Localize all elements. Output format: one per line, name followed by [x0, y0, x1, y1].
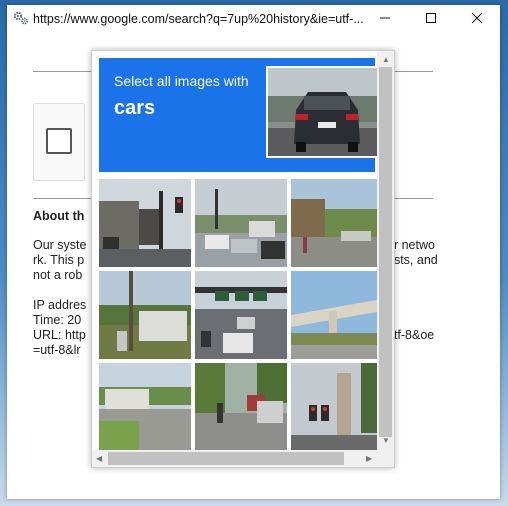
scrollbar-corner — [377, 450, 394, 467]
recaptcha-widget — [33, 103, 85, 181]
time-line: Time: 20 — [33, 313, 82, 327]
url-line: URL: http — [33, 328, 86, 342]
challenge-grid — [99, 179, 383, 451]
vertical-scroll-thumb[interactable] — [379, 67, 392, 437]
tile-roadside-trees-pedestrian[interactable] — [291, 179, 383, 267]
gears-icon — [13, 11, 28, 25]
minimize-button[interactable] — [362, 5, 408, 31]
browser-window: https://www.google.com/search?q=7up%20hi… — [7, 5, 500, 499]
horizontal-scroll-thumb[interactable] — [108, 452, 344, 465]
challenge-target: cars — [114, 97, 156, 119]
scroll-down-arrow-icon[interactable]: ▼ — [382, 437, 390, 445]
url-line: =utf-8&lr — [33, 343, 81, 357]
close-icon — [471, 12, 483, 24]
body-line: rk. This p — [33, 253, 85, 267]
tile-overpass-bridge[interactable] — [291, 271, 383, 359]
sample-image-car — [266, 66, 382, 158]
maximize-icon — [426, 13, 436, 23]
body-line: Our syste — [33, 238, 87, 252]
tile-parking-lot-cars[interactable] — [195, 179, 287, 267]
close-button[interactable] — [454, 5, 500, 31]
body-line: not a rob — [33, 268, 83, 282]
ip-line: IP addres — [33, 298, 87, 312]
minimize-icon — [380, 17, 390, 19]
recaptcha-challenge: Select all images with cars ▲ ▼ ◀ ▶ — [91, 50, 395, 468]
challenge-prompt: Select all images with — [114, 73, 249, 89]
tile-house-lawn[interactable] — [99, 363, 191, 451]
vertical-scrollbar[interactable]: ▲ ▼ — [377, 51, 394, 450]
window-title: https://www.google.com/search?q=7up%20hi… — [33, 12, 364, 26]
tile-street-buildings-traffic-light[interactable] — [99, 179, 191, 267]
horizontal-scrollbar[interactable]: ◀ ▶ — [92, 450, 377, 467]
maximize-button[interactable] — [408, 5, 454, 31]
tile-highway-cars-signs[interactable] — [195, 271, 287, 359]
recaptcha-checkbox[interactable] — [46, 128, 72, 154]
tile-house-pole[interactable] — [99, 271, 191, 359]
about-heading: About th — [33, 209, 85, 223]
tile-tower-traffic-lights[interactable] — [291, 363, 383, 451]
challenge-header: Select all images with cars — [99, 58, 382, 172]
scroll-right-arrow-icon[interactable]: ▶ — [366, 455, 372, 463]
tile-cars-street-cyclist[interactable] — [195, 363, 287, 451]
scroll-up-arrow-icon[interactable]: ▲ — [382, 56, 390, 64]
scroll-left-arrow-icon[interactable]: ◀ — [96, 455, 102, 463]
title-bar: https://www.google.com/search?q=7up%20hi… — [7, 5, 500, 31]
